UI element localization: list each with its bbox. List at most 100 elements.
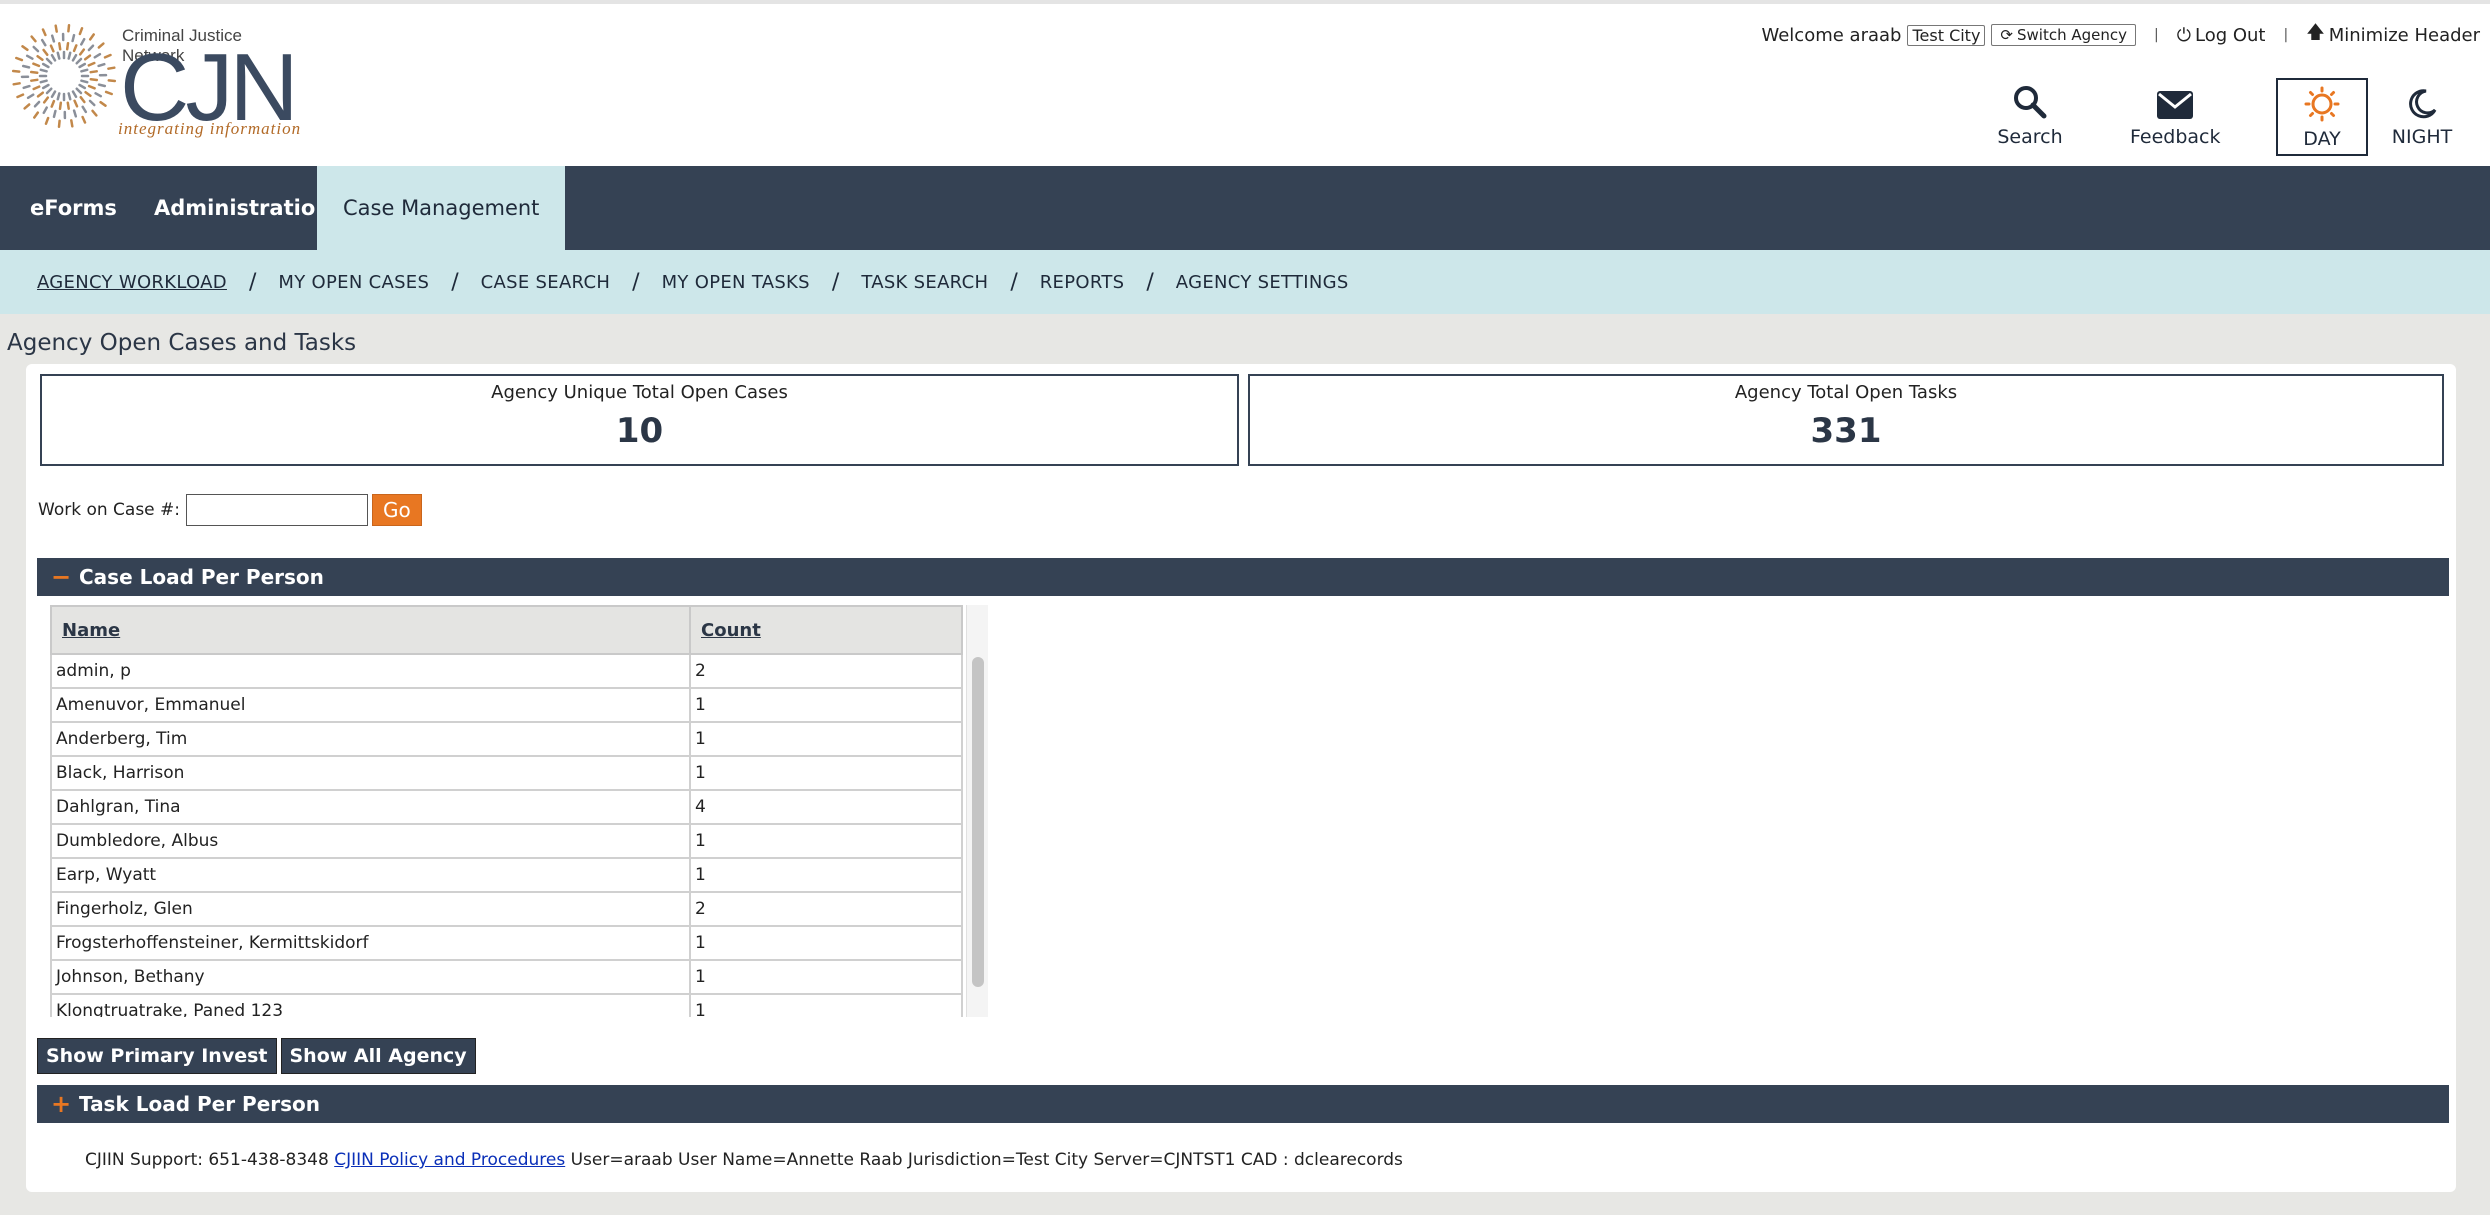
table-row: Frogsterhoffensteiner, Kermittskidorf 1 bbox=[50, 925, 963, 961]
search-tool-button[interactable]: Search bbox=[1990, 76, 2070, 156]
day-mode-button[interactable]: DAY bbox=[2276, 78, 2368, 156]
cell-name: Dahlgran, Tina bbox=[50, 789, 691, 825]
cell-count: 2 bbox=[689, 891, 963, 927]
minus-icon: − bbox=[51, 563, 72, 591]
arrow-up-icon: 🡅 bbox=[2306, 22, 2325, 43]
table-row: Fingerholz, Glen 2 bbox=[50, 891, 963, 927]
cell-name: Klongtruatrake, Paned 123 bbox=[50, 993, 691, 1017]
table-filter-buttons: Show Primary Invest Show All Agency bbox=[37, 1038, 476, 1074]
cell-count: 1 bbox=[689, 687, 963, 723]
cell-name: Frogsterhoffensteiner, Kermittskidorf bbox=[50, 925, 691, 961]
cell-name: admin, p bbox=[50, 653, 691, 689]
top-links: Welcome araab Test City ⟳ Switch Agency … bbox=[1761, 20, 2480, 50]
feedback-tool-button[interactable]: Feedback bbox=[2130, 76, 2220, 156]
subnav-reports[interactable]: REPORTS bbox=[1040, 272, 1125, 293]
case-load-section-header[interactable]: − Case Load Per Person bbox=[37, 558, 2449, 596]
welcome-text: Welcome araab bbox=[1761, 24, 1902, 46]
cell-count: 1 bbox=[689, 925, 963, 961]
table-row: Anderberg, Tim 1 bbox=[50, 721, 963, 757]
workload-panel: Agency Unique Total Open Cases 10 Agency… bbox=[26, 364, 2456, 1192]
subnav-agency-settings[interactable]: AGENCY SETTINGS bbox=[1176, 272, 1349, 293]
task-load-title: Task Load Per Person bbox=[79, 1092, 321, 1116]
case-load-title: Case Load Per Person bbox=[79, 565, 324, 589]
subnav-separator: / bbox=[451, 269, 459, 295]
case-number-input[interactable] bbox=[186, 494, 369, 526]
cjn-logo[interactable]: Criminal Justice Network CJN integrating… bbox=[6, 18, 306, 143]
show-all-agency-button[interactable]: Show All Agency bbox=[280, 1038, 476, 1074]
sub-nav: AGENCY WORKLOAD / MY OPEN CASES / CASE S… bbox=[0, 250, 2490, 314]
divider: | bbox=[2283, 27, 2289, 43]
envelope-icon bbox=[2130, 76, 2220, 120]
tab-case-management[interactable]: Case Management bbox=[317, 166, 566, 250]
cell-name: Dumbledore, Albus bbox=[50, 823, 691, 859]
logout-link[interactable]: ⏻ Log Out bbox=[2177, 25, 2266, 46]
cell-name: Amenuvor, Emmanuel bbox=[50, 687, 691, 723]
open-tasks-value: 331 bbox=[1810, 411, 1882, 451]
cell-name: Earp, Wyatt bbox=[50, 857, 691, 893]
current-agency: Test City bbox=[1907, 24, 1986, 46]
refresh-icon: ⟳ bbox=[2000, 26, 2013, 44]
cell-count: 1 bbox=[689, 721, 963, 757]
session-info: User=araab User Name=Annette Raab Jurisd… bbox=[570, 1150, 1403, 1170]
main-nav: eForms Administration Case Management bbox=[0, 166, 2490, 250]
sun-icon bbox=[2278, 84, 2366, 122]
night-mode-label: NIGHT bbox=[2391, 126, 2453, 148]
task-load-section-header[interactable]: + Task Load Per Person bbox=[37, 1085, 2449, 1123]
table-row: Earp, Wyatt 1 bbox=[50, 857, 963, 893]
table-row: Black, Harrison 1 bbox=[50, 755, 963, 791]
search-tool-label: Search bbox=[1997, 126, 2063, 148]
cell-name: Black, Harrison bbox=[50, 755, 691, 791]
night-mode-button[interactable]: NIGHT bbox=[2382, 76, 2462, 156]
switch-agency-button[interactable]: ⟳ Switch Agency bbox=[1991, 24, 2137, 46]
column-header-name[interactable]: Name bbox=[50, 605, 691, 655]
subnav-agency-workload[interactable]: AGENCY WORKLOAD bbox=[37, 272, 227, 293]
column-header-count[interactable]: Count bbox=[689, 605, 963, 655]
logout-label: Log Out bbox=[2194, 24, 2266, 46]
open-cases-label: Agency Unique Total Open Cases bbox=[491, 382, 788, 403]
table-row: Amenuvor, Emmanuel 1 bbox=[50, 687, 963, 723]
table-scrollbar[interactable] bbox=[966, 605, 988, 1017]
table-row: admin, p2 bbox=[50, 653, 963, 689]
day-mode-label: DAY bbox=[2303, 128, 2341, 150]
subnav-separator: / bbox=[1010, 269, 1018, 295]
tab-eforms[interactable]: eForms bbox=[4, 166, 143, 250]
subnav-my-open-cases[interactable]: MY OPEN CASES bbox=[278, 272, 429, 293]
subnav-task-search[interactable]: TASK SEARCH bbox=[861, 272, 988, 293]
cell-name: Anderberg, Tim bbox=[50, 721, 691, 757]
subnav-case-search[interactable]: CASE SEARCH bbox=[481, 272, 611, 293]
go-button[interactable]: Go bbox=[372, 494, 422, 526]
table-row: Klongtruatrake, Paned 123 1 bbox=[50, 993, 963, 1017]
cell-count: 4 bbox=[689, 789, 963, 825]
work-on-case-form: Work on Case #: Go bbox=[38, 494, 422, 526]
divider: | bbox=[2154, 27, 2159, 43]
cell-count: 2 bbox=[689, 653, 963, 689]
minimize-header-link[interactable]: 🡅 Minimize Header bbox=[2306, 20, 2480, 50]
scrollbar-thumb[interactable] bbox=[972, 657, 984, 987]
work-on-case-label: Work on Case #: bbox=[38, 500, 181, 520]
subnav-separator: / bbox=[831, 269, 840, 295]
case-load-table: Name Count admin, p2 Amenuvor, Emmanuel 1… bbox=[50, 605, 963, 1017]
sunburst-logo-icon bbox=[11, 23, 117, 129]
plus-icon: + bbox=[51, 1090, 72, 1118]
feedback-tool-label: Feedback bbox=[2130, 126, 2221, 148]
minimize-header-label: Minimize Header bbox=[2328, 24, 2480, 46]
support-text: CJIIN Support: 651-438-8348 bbox=[85, 1150, 329, 1170]
cell-count: 1 bbox=[689, 755, 963, 791]
switch-agency-label: Switch Agency bbox=[2017, 26, 2128, 44]
app-header: Criminal Justice Network CJN integrating… bbox=[0, 0, 2490, 166]
open-cases-value: 10 bbox=[615, 411, 664, 451]
cell-count: 1 bbox=[689, 823, 963, 859]
subnav-separator: / bbox=[248, 269, 257, 295]
footer-info: CJIIN Support: 651-438-8348 CJIIN Policy… bbox=[85, 1150, 1403, 1170]
policy-link[interactable]: CJIIN Policy and Procedures bbox=[334, 1150, 565, 1170]
cell-name: Johnson, Bethany bbox=[50, 959, 691, 995]
subnav-separator: / bbox=[1146, 269, 1154, 295]
open-tasks-label: Agency Total Open Tasks bbox=[1734, 382, 1958, 403]
moon-icon bbox=[2382, 76, 2462, 120]
cell-count: 1 bbox=[689, 993, 963, 1017]
cell-name: Fingerholz, Glen bbox=[50, 891, 691, 927]
search-icon bbox=[1990, 76, 2070, 120]
show-primary-invest-button[interactable]: Show Primary Invest bbox=[37, 1038, 277, 1074]
subnav-my-open-tasks[interactable]: MY OPEN TASKS bbox=[662, 272, 810, 293]
cell-count: 1 bbox=[689, 959, 963, 995]
